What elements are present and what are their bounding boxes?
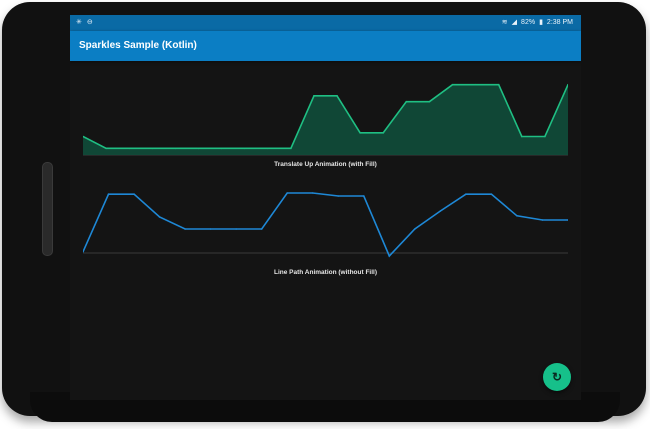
chart-point (209, 228, 212, 230)
app-title: Sparkles Sample (Kotlin) (79, 40, 197, 51)
chart-point (474, 83, 477, 86)
chart-series-line (83, 192, 568, 258)
chart-point (359, 132, 361, 134)
chart-point (243, 147, 246, 150)
chart-point (286, 192, 289, 194)
chart-point (235, 228, 237, 230)
chart-point (105, 147, 107, 150)
chart-point (311, 192, 314, 194)
chart-point (133, 193, 135, 195)
fill-animation-chart (83, 83, 568, 156)
chart-point (382, 132, 385, 134)
battery-icon: ▮ (539, 19, 543, 26)
chart-point (158, 216, 161, 218)
chart-point (490, 193, 493, 195)
app-bar: Sparkles Sample (Kotlin) (70, 31, 581, 61)
chart-point (336, 95, 338, 97)
chart-point (405, 100, 408, 103)
status-time: 2:38 PM (546, 19, 573, 26)
device-screen: ✳ ⊖ ≋ ◢ 82% ▮ 2:38 PM Sparkles Sample (K… (70, 15, 581, 400)
sync-icon: ⊖ (86, 19, 93, 26)
wifi-icon: ≋ (501, 19, 508, 26)
chart-point (439, 210, 442, 212)
line-path-chart (83, 192, 568, 258)
chart-point (521, 135, 523, 138)
signal-icon: ◢ (511, 19, 518, 26)
battery-percentage: 82% (521, 19, 536, 26)
hardware-button (42, 162, 53, 256)
chart-point (260, 228, 263, 230)
chart-point (451, 83, 454, 86)
chart-point (497, 83, 500, 86)
refresh-button[interactable]: ↻ (543, 363, 571, 391)
chart-point (428, 100, 431, 103)
chart-point (128, 147, 130, 150)
chart-point (516, 215, 518, 217)
chart-point (388, 255, 391, 257)
status-bar: ✳ ⊖ ≋ ◢ 82% ▮ 2:38 PM (70, 15, 581, 31)
chart-point (220, 147, 223, 150)
chart-caption-fill: Translate Up Animation (with Fill) (274, 161, 377, 168)
chart-point (362, 195, 365, 197)
chart-caption-line: Line Path Animation (without Fill) (273, 269, 378, 276)
chart-point (290, 147, 292, 150)
chart-point (174, 147, 177, 150)
chart-point (151, 147, 154, 150)
chart-point (465, 193, 467, 195)
chart-point (184, 228, 186, 230)
chart-point (337, 195, 340, 197)
chart-point (414, 228, 416, 230)
chart-point (107, 193, 110, 195)
chart-point (266, 147, 269, 150)
refresh-icon: ↻ (551, 370, 563, 384)
chart-point (541, 219, 544, 221)
notification-icon: ✳ (76, 19, 82, 26)
chart-point (197, 147, 200, 150)
chart-point (544, 135, 546, 138)
chart-point (313, 95, 315, 97)
